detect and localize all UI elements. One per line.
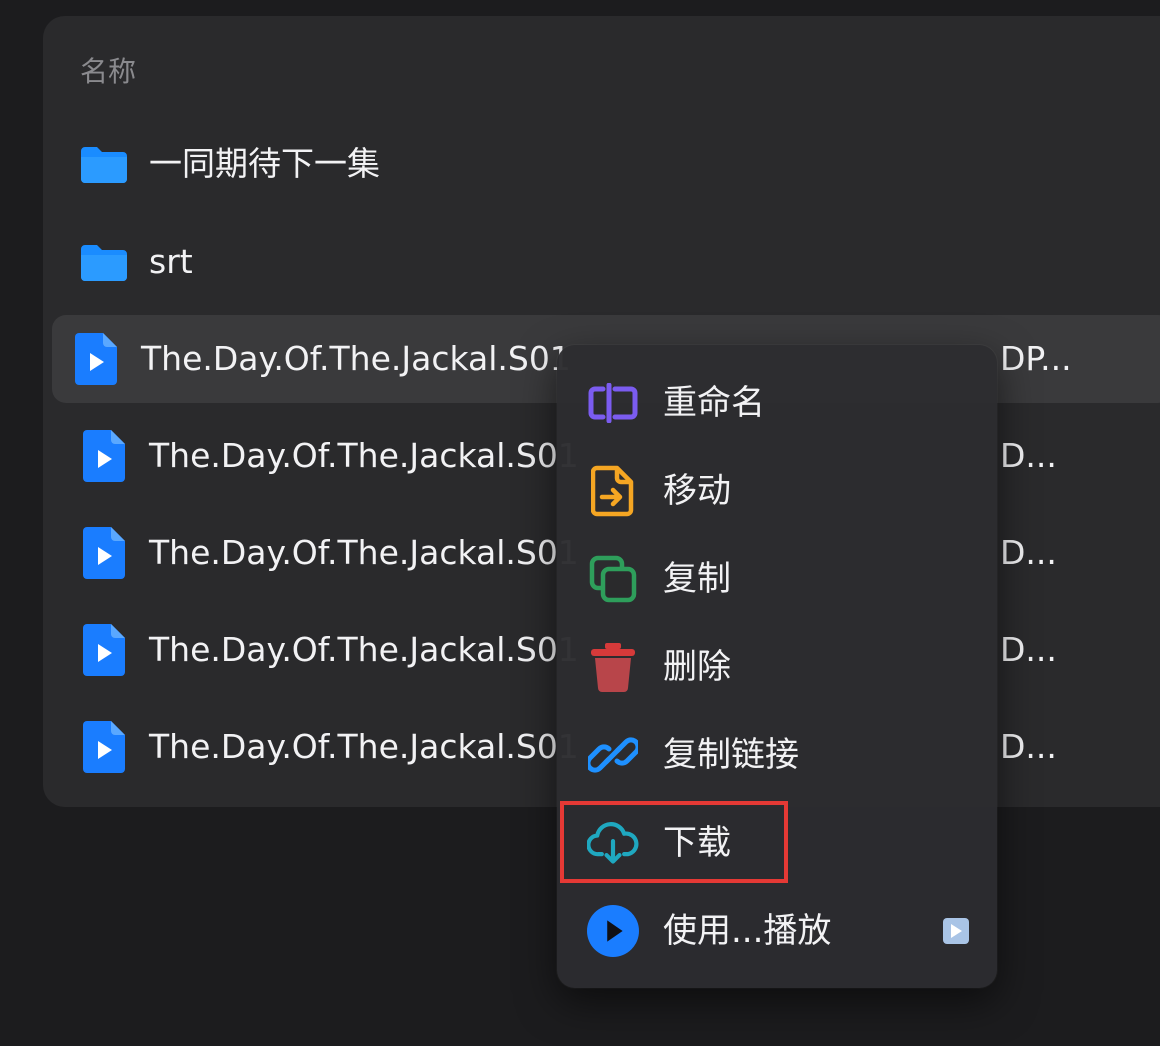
trash-icon xyxy=(587,641,639,693)
menu-item-rename[interactable]: 重命名 xyxy=(557,363,997,443)
list-item[interactable]: 一同期待下一集 xyxy=(52,120,1160,208)
menu-item-label: 删除 xyxy=(663,647,731,687)
menu-item-copy-link[interactable]: 复制链接 xyxy=(557,715,997,795)
menu-item-label: 重命名 xyxy=(663,383,765,423)
row-name: The.Day.Of.The.Jackal.S01 xyxy=(149,630,579,669)
row-name: The.Day.Of.The.Jackal.S01 xyxy=(141,339,571,378)
link-icon xyxy=(587,729,639,781)
row-name-tail: D... xyxy=(1000,533,1057,572)
move-file-icon xyxy=(587,465,639,517)
menu-item-copy[interactable]: 复制 xyxy=(557,539,997,619)
submenu-arrow-icon xyxy=(943,918,969,944)
video-file-icon xyxy=(78,509,130,597)
row-name: The.Day.Of.The.Jackal.S01 xyxy=(149,436,579,475)
row-name-tail: D... xyxy=(1000,727,1057,766)
menu-item-label: 使用...播放 xyxy=(663,911,832,951)
row-name: srt xyxy=(149,242,193,281)
menu-item-delete[interactable]: 删除 xyxy=(557,627,997,707)
rename-icon xyxy=(587,377,639,429)
menu-item-label: 移动 xyxy=(663,471,731,511)
play-circle-icon xyxy=(587,905,639,957)
menu-item-move[interactable]: 移动 xyxy=(557,451,997,531)
context-menu: 重命名 移动 复制 删除 复制链接 下载 使用...播放 xyxy=(557,345,997,988)
folder-icon xyxy=(78,218,130,306)
copy-icon xyxy=(587,553,639,605)
cloud-download-icon xyxy=(587,817,639,869)
list-item[interactable]: srt xyxy=(52,218,1160,306)
row-name: The.Day.Of.The.Jackal.S01 xyxy=(149,727,579,766)
video-file-icon xyxy=(78,412,130,500)
folder-icon xyxy=(78,120,130,208)
column-header-name[interactable]: 名称 xyxy=(80,54,136,90)
row-name: The.Day.Of.The.Jackal.S01 xyxy=(149,533,579,572)
row-name-tail: DP... xyxy=(1000,339,1072,378)
menu-item-play-with[interactable]: 使用...播放 xyxy=(557,891,997,971)
row-name: 一同期待下一集 xyxy=(149,144,380,183)
video-file-icon xyxy=(78,703,130,791)
menu-item-label: 复制链接 xyxy=(663,735,799,775)
menu-item-download[interactable]: 下载 xyxy=(557,803,997,883)
video-file-icon xyxy=(78,606,130,694)
video-file-icon xyxy=(70,315,122,403)
row-name-tail: D... xyxy=(1000,436,1057,475)
menu-item-label: 下载 xyxy=(663,823,731,863)
menu-item-label: 复制 xyxy=(663,559,731,599)
row-name-tail: D... xyxy=(1000,630,1057,669)
